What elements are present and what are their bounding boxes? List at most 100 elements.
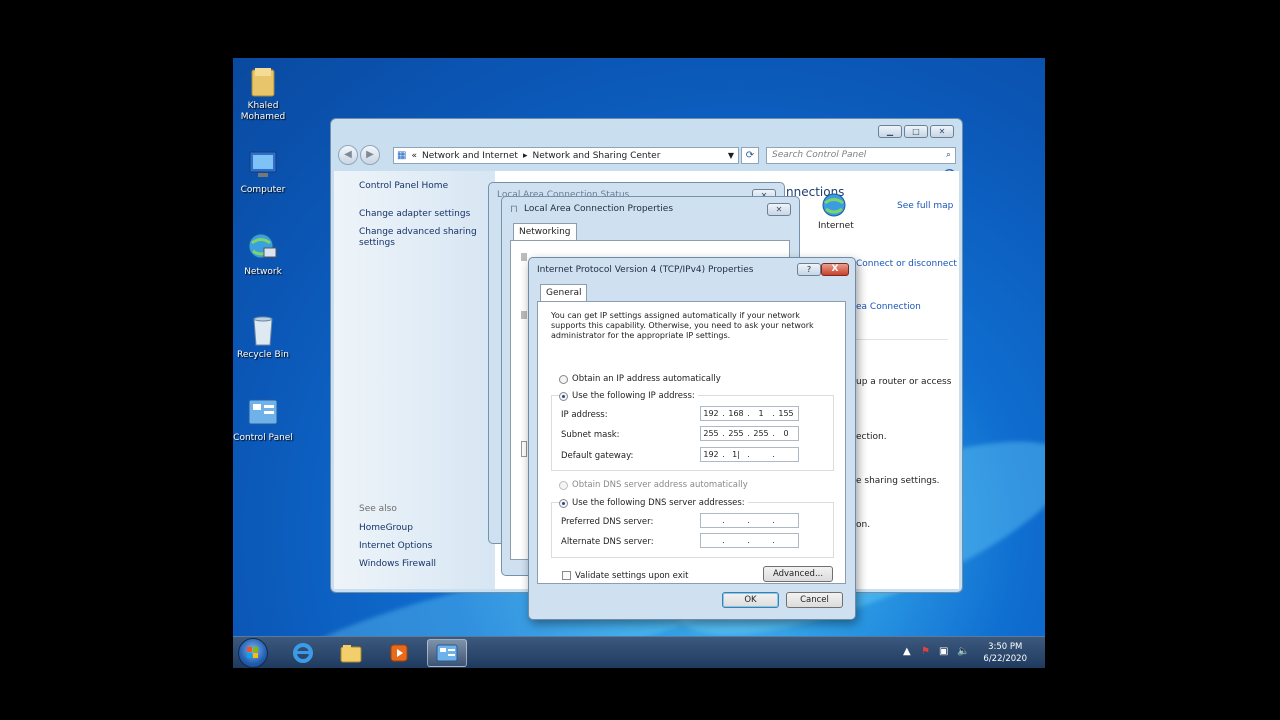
taskbar-internet-explorer[interactable]	[283, 639, 323, 667]
control-panel-icon	[246, 396, 280, 430]
desktop-icon-computer[interactable]: Computer	[233, 148, 294, 196]
tab-general[interactable]: General	[540, 284, 588, 301]
minimize-button[interactable]: ▁	[878, 125, 902, 138]
ip-address-label: IP address:	[561, 410, 608, 420]
refresh-icon[interactable]: ⟳	[741, 147, 759, 164]
tab-networking[interactable]: Networking	[513, 223, 577, 240]
obscured-control	[521, 441, 527, 457]
dns-settings-group	[551, 502, 834, 558]
network-adapter-icon: ⊓	[510, 204, 518, 215]
taskbar-windows-explorer[interactable]	[331, 639, 371, 667]
radio-label: Use the following IP address:	[572, 391, 695, 401]
windows-logo-icon	[247, 647, 258, 658]
user-folder-icon	[246, 64, 280, 98]
address-bar[interactable]: ▦ « Network and Internet ▸ Network and S…	[393, 147, 739, 164]
start-button[interactable]	[238, 638, 268, 668]
ip-octet: 192	[703, 409, 719, 418]
sidebar-change-adapter-settings[interactable]: Change adapter settings	[359, 209, 470, 220]
alternate-dns-field[interactable]: ...	[700, 533, 799, 548]
general-tab-panel: You can get IP settings assigned automat…	[537, 301, 846, 584]
ip-octet: 255	[753, 429, 769, 438]
desktop-icon-label: Computer	[240, 185, 286, 195]
close-button[interactable]: ✕	[930, 125, 954, 138]
validate-settings-label: Validate settings upon exit	[575, 571, 689, 581]
action-center-flag-icon[interactable]: ⚑	[921, 646, 930, 657]
internet-label: Internet	[818, 221, 854, 231]
recycle-bin-icon	[246, 313, 280, 347]
obscured-text	[521, 311, 527, 319]
close-button[interactable]: X	[821, 263, 849, 276]
close-button[interactable]: ✕	[767, 203, 791, 216]
dialog-title: Internet Protocol Version 4 (TCP/IPv4) P…	[537, 265, 754, 275]
help-button[interactable]: ?	[797, 263, 821, 276]
back-button[interactable]: ◀	[338, 145, 358, 165]
search-placeholder: Search Control Panel	[772, 150, 867, 160]
radio-use-following-ip[interactable]: Use the following IP address:	[559, 391, 698, 401]
ok-button[interactable]: OK	[722, 592, 779, 608]
see-also-homegroup[interactable]: HomeGroup	[359, 523, 413, 534]
ip-address-field[interactable]: 192. 168. 1. 155	[700, 406, 799, 421]
desktop-icon-control-panel[interactable]: Control Panel	[233, 396, 294, 444]
desktop: Khaled Mohamed Computer Network Recycle …	[233, 58, 1045, 668]
preferred-dns-field[interactable]: ...	[700, 513, 799, 528]
see-full-map-link[interactable]: See full map	[897, 201, 953, 211]
clock-date: 6/22/2020	[983, 654, 1027, 664]
maximize-button[interactable]: □	[904, 125, 928, 138]
default-gateway-field[interactable]: 192. 1|. .	[700, 447, 799, 462]
search-icon[interactable]: ⌕	[946, 148, 951, 163]
taskbar-media-player[interactable]	[379, 639, 419, 667]
volume-icon[interactable]: 🔈	[957, 646, 969, 657]
forward-button[interactable]: ▶	[360, 145, 380, 165]
desktop-icon-user-folder[interactable]: Khaled Mohamed	[233, 64, 294, 123]
advanced-button[interactable]: Advanced...	[763, 566, 833, 582]
local-area-connection-link[interactable]: ea Connection	[856, 302, 921, 312]
internet-explorer-icon	[293, 643, 313, 663]
taskbar-control-panel[interactable]	[427, 639, 467, 667]
show-hidden-icons-icon[interactable]: ▲	[903, 646, 911, 657]
sidebar-change-advanced-sharing[interactable]: Change advanced sharing settings	[359, 227, 479, 249]
see-also-label: See also	[359, 504, 397, 514]
validate-settings-checkbox[interactable]	[562, 571, 571, 580]
radio-label: Obtain an IP address automatically	[572, 374, 721, 384]
see-also-windows-firewall[interactable]: Windows Firewall	[359, 559, 436, 570]
ip-octet: 1	[758, 409, 764, 418]
search-input[interactable]: Search Control Panel ⌕	[766, 147, 956, 164]
cancel-button[interactable]: Cancel	[786, 592, 843, 608]
radio-circle	[559, 480, 568, 490]
breadcrumb-prefix[interactable]: «	[411, 151, 417, 161]
clock-time: 3:50 PM	[988, 642, 1023, 652]
radio-circle	[559, 374, 568, 384]
radio-use-following-dns[interactable]: Use the following DNS server addresses:	[559, 498, 748, 508]
ip-dot: .	[772, 450, 775, 459]
breadcrumb-network-sharing-center[interactable]: Network and Sharing Center	[532, 151, 660, 161]
desktop-icon-label: Recycle Bin	[237, 350, 289, 360]
connection-text: ection.	[856, 432, 887, 442]
sidebar-control-panel-home[interactable]: Control Panel Home	[359, 181, 448, 192]
desktop-icon-recycle-bin[interactable]: Recycle Bin	[233, 313, 294, 361]
ip-dot: .	[747, 450, 750, 459]
ipv4-properties-dialog: Internet Protocol Version 4 (TCP/IPv4) P…	[528, 257, 856, 665]
ip-dot: .	[747, 516, 750, 525]
system-clock[interactable]: 3:50 PM 6/22/2020	[983, 641, 1027, 665]
subnet-mask-field[interactable]: 255. 255. 255. 0	[700, 426, 799, 441]
address-dropdown-icon[interactable]: ▼	[728, 151, 734, 160]
connect-disconnect-link[interactable]: Connect or disconnect	[856, 259, 957, 269]
control-panel-icon	[436, 644, 458, 662]
radio-obtain-dns-auto[interactable]: Obtain DNS server address automatically	[559, 480, 748, 490]
desktop-icon-label: Khaled Mohamed	[240, 101, 286, 122]
network-globe-icon	[246, 230, 280, 264]
breadcrumb-separator-icon: ▸	[522, 150, 528, 161]
desktop-icon-network[interactable]: Network	[233, 230, 294, 278]
internet-globe-icon	[822, 193, 846, 217]
breadcrumb-network-and-internet[interactable]: Network and Internet	[422, 151, 518, 161]
radio-label: Obtain DNS server address automatically	[572, 480, 748, 490]
folder-icon	[340, 645, 362, 663]
setup-router-text: up a router or access	[856, 377, 952, 387]
network-status-icon[interactable]: ▣	[939, 646, 948, 657]
ip-octet: 255	[703, 429, 719, 438]
see-also-internet-options[interactable]: Internet Options	[359, 541, 432, 552]
ip-dot: .	[772, 516, 775, 525]
ip-dot: .	[747, 536, 750, 545]
alternate-dns-label: Alternate DNS server:	[561, 537, 654, 547]
radio-obtain-ip-auto[interactable]: Obtain an IP address automatically	[559, 374, 721, 384]
